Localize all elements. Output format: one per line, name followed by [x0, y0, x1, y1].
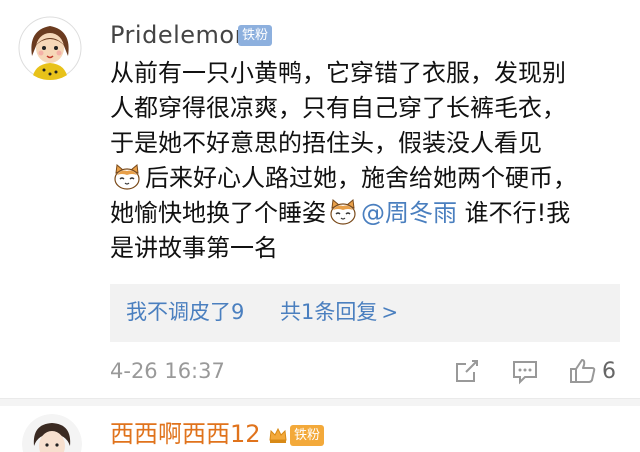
reply-author-link[interactable]: 我不调皮了9: [126, 296, 244, 328]
mention-link[interactable]: @周冬雨: [361, 199, 457, 227]
avatar[interactable]: [22, 414, 82, 452]
comment-text: 从前有一只小黄鸭，它穿错了衣服，发现别 人都穿得很凉爽，只有自己穿了长裤毛衣， …: [110, 56, 630, 266]
cat-emoji: [330, 199, 356, 225]
user-badges: 铁粉: [268, 424, 325, 446]
crown-icon: [269, 427, 287, 443]
comment-line: 于是她不好意思的捂住头，假装没人看见: [110, 129, 542, 157]
comment-line: 她愉快地换了个睡姿 @周冬雨 谁不行!我: [110, 196, 630, 231]
timestamp: 4-26 16:37: [110, 359, 225, 383]
reply-count-label: 共1条回复: [280, 300, 378, 324]
comment-icon: [513, 361, 537, 385]
comment-line: 从前有一只小黄鸭，它穿错了衣服，发现别: [110, 59, 566, 87]
fan-badge: 铁粉: [238, 25, 273, 46]
divider: [0, 398, 640, 406]
like-icon: [570, 359, 596, 383]
share-icon: [456, 360, 478, 382]
comment-button[interactable]: [510, 356, 540, 386]
username[interactable]: Pridelemon: [110, 20, 250, 50]
username[interactable]: 西西啊西西12: [110, 418, 261, 450]
comment-line: 是讲故事第一名: [110, 234, 278, 262]
like-count: 6: [602, 359, 616, 384]
comment-line-text: 谁不行!我: [457, 199, 571, 227]
comment-line: 人都穿得很凉爽，只有自己穿了长裤毛衣，: [110, 94, 566, 122]
replies-preview[interactable]: 我不调皮了9 共1条回复 >: [110, 284, 620, 342]
comment-line-text: 她愉快地换了个睡姿: [110, 199, 326, 227]
like-button[interactable]: [568, 356, 598, 386]
fan-badge: 铁粉: [290, 424, 325, 446]
chevron-right-icon: >: [381, 300, 399, 324]
view-replies-link[interactable]: 共1条回复 >: [280, 296, 398, 328]
share-button[interactable]: [452, 356, 482, 386]
comment-line: 后来好心人路过她，施舍给她两个硬币，: [110, 161, 630, 196]
comment-line-text: 后来好心人路过她，施舍给她两个硬币，: [145, 164, 577, 192]
avatar[interactable]: [18, 16, 82, 80]
cat-emoji: [114, 164, 140, 190]
